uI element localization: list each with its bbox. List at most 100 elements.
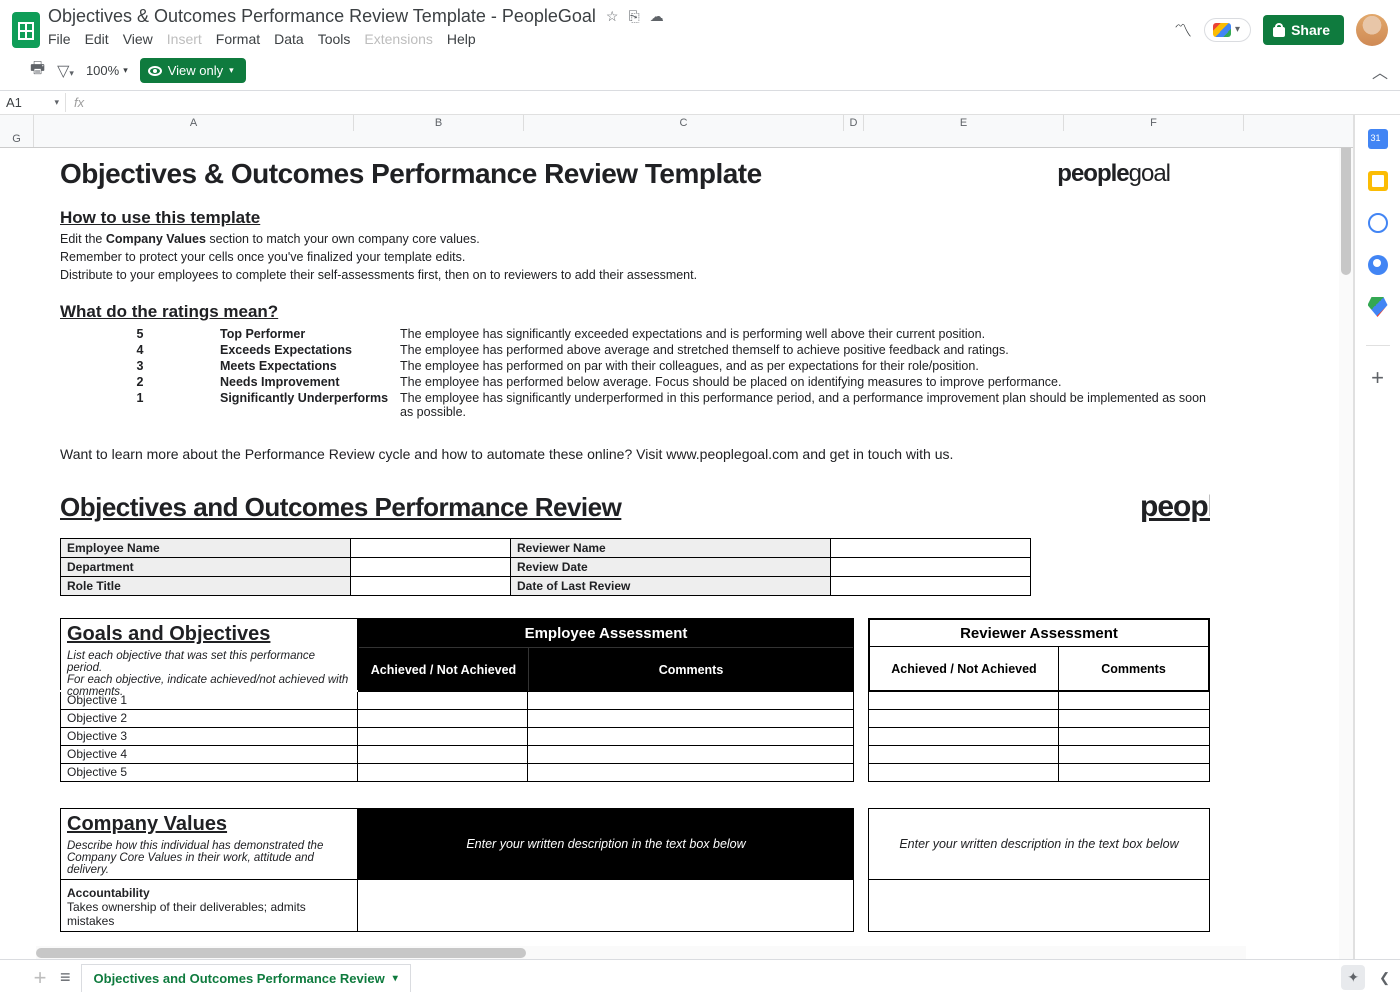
rev-achieved-cell[interactable] bbox=[869, 728, 1059, 745]
column-header[interactable] bbox=[0, 115, 34, 131]
label-review-date: Review Date bbox=[511, 558, 831, 577]
objective-label: Objective 2 bbox=[60, 710, 358, 728]
goals-heading: Goals and Objectives bbox=[60, 618, 358, 646]
input-review-date[interactable] bbox=[831, 558, 1031, 577]
emp-achieved-cell[interactable] bbox=[358, 764, 528, 781]
howto-heading: How to use this template bbox=[60, 208, 1210, 228]
emp-achieved-cell[interactable] bbox=[358, 728, 528, 745]
column-header[interactable]: D bbox=[844, 115, 864, 131]
chevron-down-icon: ▾ bbox=[1235, 24, 1240, 35]
menu-extensions[interactable]: Extensions bbox=[364, 31, 432, 47]
input-role-title[interactable] bbox=[351, 577, 511, 596]
tasks-icon[interactable] bbox=[1368, 213, 1388, 233]
cloud-status-icon[interactable]: ☁ bbox=[650, 8, 664, 25]
input-department[interactable] bbox=[351, 558, 511, 577]
ratings-table: 5Top PerformerThe employee has significa… bbox=[60, 326, 1210, 420]
instruction-1: Edit the Company Values section to match… bbox=[60, 232, 1210, 246]
objective-label: Objective 5 bbox=[60, 764, 358, 782]
add-addon-icon[interactable]: + bbox=[1368, 368, 1388, 388]
input-employee-name[interactable] bbox=[351, 539, 511, 558]
rating-row: 4Exceeds ExpectationsThe employee has pe… bbox=[60, 342, 1210, 358]
star-icon[interactable]: ☆ bbox=[606, 8, 619, 25]
rev-column-comments-header: Comments bbox=[1059, 647, 1209, 691]
maps-icon[interactable] bbox=[1368, 297, 1388, 317]
menu-view[interactable]: View bbox=[123, 31, 153, 47]
emp-achieved-cell[interactable] bbox=[358, 746, 528, 763]
vertical-scrollbar[interactable] bbox=[1339, 135, 1353, 960]
document-title[interactable]: Objectives & Outcomes Performance Review… bbox=[48, 6, 596, 27]
column-header[interactable]: A bbox=[34, 115, 354, 131]
share-button[interactable]: Share bbox=[1263, 15, 1344, 45]
emp-achieved-cell[interactable] bbox=[358, 710, 528, 727]
horizontal-scroll-thumb[interactable] bbox=[36, 948, 526, 958]
vertical-scroll-thumb[interactable] bbox=[1341, 135, 1351, 275]
add-sheet-icon[interactable]: + bbox=[30, 965, 50, 991]
column-header[interactable]: F bbox=[1064, 115, 1244, 131]
label-employee-name: Employee Name bbox=[61, 539, 351, 558]
rev-achieved-cell[interactable] bbox=[869, 764, 1059, 781]
collapse-toolbar-icon[interactable]: ︿ bbox=[1372, 59, 1388, 83]
column-comments-header: Comments bbox=[529, 647, 853, 691]
reviewer-textbox-hint: Enter your written description in the te… bbox=[868, 808, 1210, 880]
rev-achieved-cell[interactable] bbox=[869, 692, 1059, 709]
menu-insert[interactable]: Insert bbox=[167, 31, 202, 47]
input-reviewer-name[interactable] bbox=[831, 539, 1031, 558]
column-header[interactable]: C bbox=[524, 115, 844, 131]
company-values-heading: Company Values bbox=[60, 808, 358, 836]
fx-label: fx bbox=[66, 95, 92, 110]
menu-edit[interactable]: Edit bbox=[85, 31, 109, 47]
sheet-tab-active[interactable]: Objectives and Outcomes Performance Revi… bbox=[81, 964, 411, 992]
sheet-tab-bar: + ≡ Objectives and Outcomes Performance … bbox=[0, 959, 1400, 995]
formula-bar: A1▾ fx bbox=[0, 91, 1400, 115]
objective-label: Objective 3 bbox=[60, 728, 358, 746]
menu-help[interactable]: Help bbox=[447, 31, 476, 47]
column-headers[interactable]: ABCDEF G bbox=[0, 115, 1353, 148]
employee-assessment-header: Employee Assessment bbox=[359, 619, 853, 647]
input-last-review[interactable] bbox=[831, 577, 1031, 596]
main-title: Objectives & Outcomes Performance Review… bbox=[60, 158, 762, 190]
rev-achieved-cell[interactable] bbox=[869, 710, 1059, 727]
objective-row: Objective 4 bbox=[60, 746, 1210, 764]
sheet-grid[interactable]: ABCDEF G Objectives & Outcomes Performanc… bbox=[0, 115, 1354, 960]
menu-file[interactable]: File bbox=[48, 31, 71, 47]
menu-format[interactable]: Format bbox=[216, 31, 260, 47]
all-sheets-icon[interactable]: ≡ bbox=[60, 967, 71, 988]
zoom-selector[interactable]: 100% ▾ bbox=[86, 63, 128, 78]
rev-achieved-cell[interactable] bbox=[869, 746, 1059, 763]
column-header[interactable]: E bbox=[864, 115, 1064, 131]
print-icon[interactable]: 🖶 bbox=[30, 57, 45, 84]
side-panel: + bbox=[1354, 115, 1400, 960]
toolbar: 🖶 ▽▾ 100% ▾ View only ▾ ︿ bbox=[0, 53, 1400, 91]
menu-data[interactable]: Data bbox=[274, 31, 304, 47]
reviewer-assessment-header: Reviewer Assessment bbox=[869, 619, 1209, 647]
name-box[interactable]: A1▾ bbox=[0, 93, 66, 112]
rating-row: 5Top PerformerThe employee has significa… bbox=[60, 326, 1210, 342]
emp-achieved-cell[interactable] bbox=[358, 692, 528, 709]
chevron-down-icon: ▾ bbox=[393, 973, 398, 984]
objective-row: Objective 2 bbox=[60, 710, 1210, 728]
activity-icon[interactable]: 〽 bbox=[1174, 17, 1192, 43]
keep-icon[interactable] bbox=[1368, 171, 1388, 191]
brand-logo-cut: people bbox=[1140, 490, 1210, 524]
contacts-icon[interactable] bbox=[1368, 255, 1388, 275]
move-icon[interactable]: ⎘ bbox=[628, 8, 639, 25]
label-reviewer-name: Reviewer Name bbox=[511, 539, 831, 558]
column-header[interactable]: G bbox=[0, 131, 34, 147]
calendar-icon[interactable] bbox=[1368, 129, 1388, 149]
horizontal-scrollbar[interactable] bbox=[36, 946, 1246, 960]
eye-icon bbox=[148, 66, 162, 76]
rev-accountability-input[interactable] bbox=[868, 880, 1210, 932]
label-last-review: Date of Last Review bbox=[511, 577, 831, 596]
account-avatar[interactable] bbox=[1356, 14, 1388, 46]
column-header[interactable]: B bbox=[354, 115, 524, 131]
meet-button[interactable]: ▾ bbox=[1204, 18, 1251, 42]
explore-button[interactable]: ✦ bbox=[1341, 965, 1365, 990]
emp-accountability-input[interactable] bbox=[358, 880, 854, 932]
side-panel-toggle-icon[interactable]: ❮ bbox=[1379, 970, 1390, 986]
view-only-button[interactable]: View only ▾ bbox=[140, 58, 246, 83]
sheets-logo-icon[interactable] bbox=[12, 12, 40, 48]
info-table: Employee Name Reviewer Name Department R… bbox=[60, 538, 1031, 596]
menu-tools[interactable]: Tools bbox=[318, 31, 351, 47]
filter-icon[interactable]: ▽▾ bbox=[57, 61, 74, 81]
instruction-3: Distribute to your employees to complete… bbox=[60, 268, 1210, 282]
